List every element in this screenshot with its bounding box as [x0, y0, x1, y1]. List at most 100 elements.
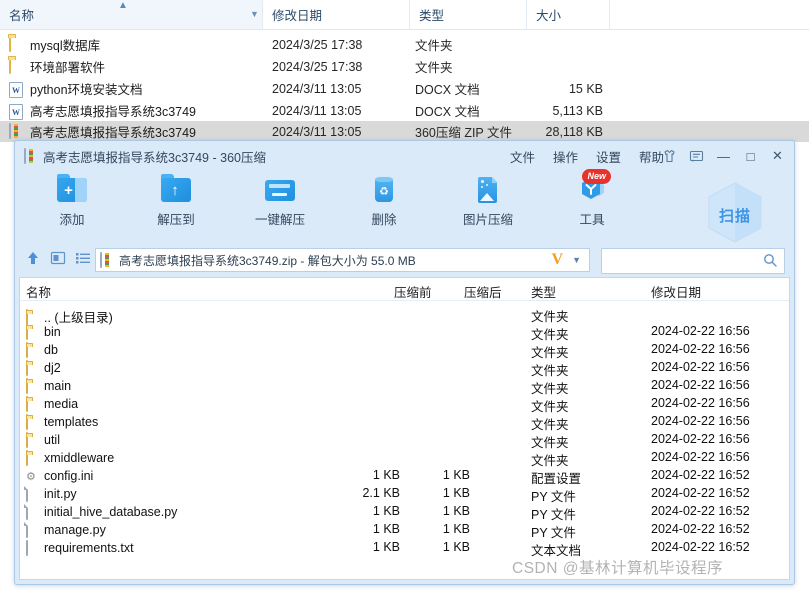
col-type[interactable]: 类型: [531, 282, 556, 301]
toolbar-delete-label: 删除: [371, 209, 396, 228]
explorer-row[interactable]: 高考志愿填报指导系统3c3749 2024/3/11 13:05 DOCX 文档…: [0, 100, 809, 121]
archive-list-header: 名称 压缩前 压缩后 类型 修改日期: [20, 278, 789, 301]
toolbar-extract-to-button[interactable]: ↑ 解压到: [143, 174, 209, 228]
archive-row-name: initial_hive_database.py: [44, 505, 177, 519]
search-input[interactable]: [601, 248, 785, 274]
menu-operations[interactable]: 操作: [553, 147, 578, 166]
archive-row-type: 文件夹: [531, 306, 569, 325]
up-level-icon[interactable]: [25, 250, 41, 266]
scan-button[interactable]: 扫描: [704, 180, 766, 250]
explorer-column-type[interactable]: 类型: [410, 0, 527, 29]
folder-icon: [26, 342, 28, 358]
archive-row-date: 2024-02-22 16:56: [651, 342, 750, 356]
archive-row-type: 文件夹: [531, 432, 569, 451]
explorer-row-name-label: mysql数据库: [30, 35, 100, 54]
archive-row-type: 配置设置: [531, 468, 581, 487]
archive-row[interactable]: dj2 文件夹 2024-02-22 16:56: [20, 360, 789, 378]
explorer-row[interactable]: python环境安装文档 2024/3/11 13:05 DOCX 文档 15 …: [0, 78, 809, 99]
explorer-column-header: 名称 ▲ ▼ 修改日期 类型 大小: [0, 0, 809, 30]
archive-row[interactable]: initial_hive_database.py 1 KB 1 KB PY 文件…: [20, 504, 789, 522]
archive-row[interactable]: .. (上级目录) 文件夹: [20, 306, 789, 324]
archive-row-name: manage.py: [44, 523, 106, 537]
archive-row[interactable]: ⚙config.ini 1 KB 1 KB 配置设置 2024-02-22 16…: [20, 468, 789, 486]
col-name[interactable]: 名称: [26, 282, 51, 301]
extract-to-icon: ↑: [159, 174, 193, 206]
toolbar-tools-button[interactable]: New 工具: [559, 174, 625, 228]
archive-row-after: 1 KB: [410, 522, 470, 536]
word-document-icon: [9, 104, 23, 120]
folder-icon: [26, 450, 28, 466]
maximize-button[interactable]: □: [742, 148, 759, 165]
col-after[interactable]: 压缩后: [464, 282, 502, 301]
folder-icon: [26, 396, 28, 412]
menu-file[interactable]: 文件: [510, 147, 535, 166]
archive-row-name: dj2: [44, 361, 61, 375]
archive-row-before: 1 KB: [338, 522, 400, 536]
menu-settings[interactable]: 设置: [596, 147, 621, 166]
explorer-column-date[interactable]: 修改日期: [263, 0, 410, 29]
toolbar-image-compress-label: 图片压缩: [463, 209, 513, 228]
archive-row-date: 2024-02-22 16:56: [651, 432, 750, 446]
address-bar: 高考志愿填报指导系统3c3749.zip - 解包大小为 55.0 MB V ▼: [15, 243, 794, 277]
search-icon[interactable]: [763, 253, 777, 267]
archive-row-type: 文件夹: [531, 414, 569, 433]
archive-row-type: 文件夹: [531, 324, 569, 343]
archive-row[interactable]: media 文件夹 2024-02-22 16:56: [20, 396, 789, 414]
archive-row[interactable]: templates 文件夹 2024-02-22 16:56: [20, 414, 789, 432]
folder-icon: [26, 324, 28, 340]
archive-row-name: init.py: [44, 487, 77, 501]
archive-row[interactable]: util 文件夹 2024-02-22 16:56: [20, 432, 789, 450]
explorer-row-date: 2024/3/11 13:05: [272, 82, 361, 96]
explorer-row[interactable]: mysql数据库 2024/3/25 17:38 文件夹: [0, 34, 809, 55]
menu-bar: 文件 操作 设置 帮助: [510, 141, 664, 171]
explorer-row-type: 文件夹: [415, 35, 453, 54]
explorer-row-name: python环境安装文档: [0, 79, 143, 98]
address-input[interactable]: 高考志愿填报指导系统3c3749.zip - 解包大小为 55.0 MB V ▼: [95, 248, 590, 272]
toolbar-delete-button[interactable]: ♻ 删除: [351, 174, 417, 228]
word-document-icon: [9, 82, 23, 98]
tools-icon: New: [575, 174, 609, 206]
archive-row[interactable]: init.py 2.1 KB 1 KB PY 文件 2024-02-22 16:…: [20, 486, 789, 504]
toolbar-image-compress-button[interactable]: 图片压缩: [455, 174, 521, 228]
titlebar: 高考志愿填报指导系统3c3749 - 360压缩 文件 操作 设置 帮助 — □…: [15, 141, 794, 171]
archive-row-date: 2024-02-22 16:56: [651, 324, 750, 338]
archive-row-name: config.ini: [44, 469, 93, 483]
archive-row-date: 2024-02-22 16:56: [651, 450, 750, 464]
archive-row-date: 2024-02-22 16:52: [651, 486, 750, 500]
toolbar-add-button[interactable]: + 添加: [39, 174, 105, 228]
explorer-row-type: DOCX 文档: [415, 101, 480, 120]
archive-row[interactable]: xmiddleware 文件夹 2024-02-22 16:56: [20, 450, 789, 468]
archive-row-name: templates: [44, 415, 98, 429]
shirt-icon[interactable]: [661, 148, 678, 165]
explorer-row-size: 15 KB: [490, 82, 603, 96]
360zip-window: 高考志愿填报指导系统3c3749 - 360压缩 文件 操作 设置 帮助 — □…: [14, 140, 795, 585]
gear-file-icon: ⚙: [26, 471, 36, 483]
explorer-column-name[interactable]: 名称 ▲ ▼: [0, 0, 263, 29]
view-mode-icon[interactable]: [50, 250, 66, 266]
archive-row-name: xmiddleware: [44, 451, 114, 465]
archive-row[interactable]: main 文件夹 2024-02-22 16:56: [20, 378, 789, 396]
col-date[interactable]: 修改日期: [651, 282, 701, 301]
close-button[interactable]: ✕: [769, 148, 786, 165]
list-mode-icon[interactable]: [75, 250, 91, 266]
archive-row-before: 1 KB: [338, 504, 400, 518]
toolbar-one-click-extract-button[interactable]: 一键解压: [247, 174, 313, 228]
toolbar: + 添加 ↑ 解压到 一键解压: [15, 171, 794, 243]
folder-icon: [26, 309, 28, 325]
explorer-column-size[interactable]: 大小: [527, 0, 610, 29]
chevron-down-icon[interactable]: ▼: [250, 9, 260, 19]
new-badge: New: [582, 169, 611, 184]
archive-row[interactable]: manage.py 1 KB 1 KB PY 文件 2024-02-22 16:…: [20, 522, 789, 540]
explorer-row-selected[interactable]: 高考志愿填报指导系统3c3749 2024/3/11 13:05 360压缩 Z…: [0, 121, 809, 142]
explorer-row[interactable]: 环境部署软件 2024/3/25 17:38 文件夹: [0, 56, 809, 77]
archive-row[interactable]: db 文件夹 2024-02-22 16:56: [20, 342, 789, 360]
archive-row[interactable]: bin 文件夹 2024-02-22 16:56: [20, 324, 789, 342]
chevron-down-icon[interactable]: ▼: [572, 255, 581, 265]
archive-row-name: requirements.txt: [44, 541, 134, 555]
explorer-window: 名称 ▲ ▼ 修改日期 类型 大小 mysql数据库 2024/3/25 17:…: [0, 0, 809, 143]
feedback-icon[interactable]: [688, 148, 705, 165]
explorer-row-name-label: 高考志愿填报指导系统3c3749: [30, 101, 196, 120]
minimize-button[interactable]: —: [715, 148, 732, 165]
col-before[interactable]: 压缩前: [394, 282, 432, 301]
explorer-row-name: 环境部署软件: [0, 57, 105, 76]
